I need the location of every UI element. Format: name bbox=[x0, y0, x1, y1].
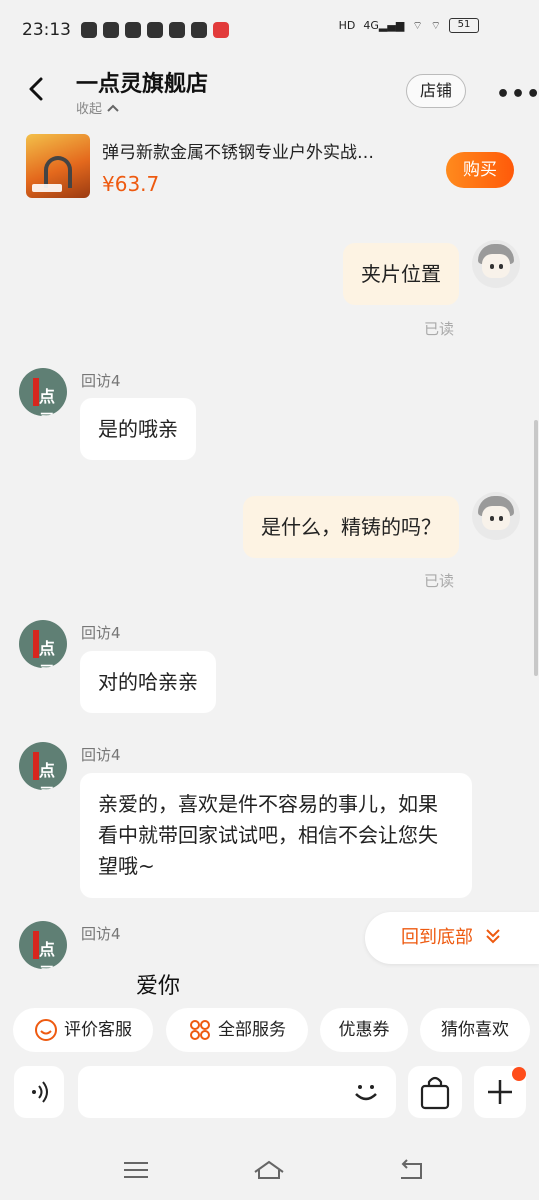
back-nav-icon[interactable] bbox=[395, 1156, 427, 1184]
shop-avatar[interactable]: 点灵 bbox=[19, 368, 67, 416]
message-bubble-shop[interactable]: 对的哈亲亲 bbox=[80, 651, 216, 713]
home-icon[interactable] bbox=[253, 1156, 285, 1184]
guess-you-like-chip[interactable]: 猜你喜欢 bbox=[420, 1008, 530, 1052]
user-avatar[interactable] bbox=[472, 240, 520, 288]
app-icon-2 bbox=[191, 22, 207, 38]
message-bubble-me[interactable]: 夹片位置 bbox=[343, 243, 459, 305]
battery-icon: 51 bbox=[449, 18, 479, 33]
user-avatar[interactable] bbox=[472, 492, 520, 540]
product-image[interactable] bbox=[26, 134, 90, 198]
product-card[interactable]: 弹弓新款金属不锈钢专业户外实战… ¥63.7 购买 bbox=[0, 126, 539, 206]
coupon-label: 优惠券 bbox=[338, 1020, 390, 1040]
scrollbar[interactable] bbox=[534, 420, 538, 676]
quick-actions-bar: 评价客服 全部服务 优惠券 猜你喜欢 bbox=[0, 1006, 539, 1056]
shop-name-title: 一点灵旗舰店 bbox=[76, 72, 209, 97]
sender-name: 回访4 bbox=[81, 925, 121, 943]
shopping-bag-icon bbox=[420, 1076, 450, 1110]
more-options-icon[interactable]: ••• bbox=[496, 82, 539, 107]
buy-button[interactable]: 购买 bbox=[446, 152, 514, 188]
cloud-icon bbox=[103, 22, 119, 38]
wechat-icon bbox=[125, 22, 141, 38]
all-services-label: 全部服务 bbox=[218, 1020, 286, 1040]
message-bubble-shop[interactable]: 是的哦亲 bbox=[80, 398, 196, 460]
voice-icon bbox=[32, 1081, 48, 1103]
guess-you-like-label: 猜你喜欢 bbox=[441, 1020, 509, 1040]
hd-icon: HD bbox=[338, 19, 356, 32]
message-bubble-me[interactable]: 是什么，精铸的吗？ bbox=[243, 496, 459, 558]
status-bar: 23:13 HD 4G▂▄▆ ⌔ ⌔ 51 bbox=[0, 0, 539, 60]
coupon-chip[interactable]: 优惠券 bbox=[320, 1008, 408, 1052]
back-arrow-icon[interactable] bbox=[24, 74, 50, 104]
voice-button[interactable] bbox=[14, 1066, 64, 1118]
app-notification-icon bbox=[81, 22, 97, 38]
grid-services-icon bbox=[190, 1020, 210, 1040]
sender-name: 回访4 bbox=[81, 372, 121, 390]
composer bbox=[0, 1066, 539, 1122]
rate-service-chip[interactable]: 评价客服 bbox=[13, 1008, 153, 1052]
collapse-toggle[interactable]: 收起 bbox=[76, 98, 120, 117]
message-icon bbox=[147, 22, 163, 38]
image-tag bbox=[32, 184, 62, 192]
rate-service-label: 评价客服 bbox=[64, 1020, 132, 1040]
product-price: ¥63.7 bbox=[102, 172, 160, 196]
sender-name: 回访4 bbox=[81, 624, 121, 642]
status-time: 23:13 bbox=[22, 20, 71, 40]
chat-header: 一点灵旗舰店 收起 店铺 ••• bbox=[0, 60, 539, 124]
chevron-up-icon bbox=[107, 104, 119, 112]
all-services-chip[interactable]: 全部服务 bbox=[166, 1008, 308, 1052]
system-icons: HD 4G▂▄▆ ⌔ ⌔ 51 bbox=[339, 18, 479, 33]
menu-icon[interactable] bbox=[120, 1156, 152, 1184]
double-chevron-down-icon bbox=[486, 929, 500, 944]
shopping-bag-button[interactable] bbox=[408, 1066, 462, 1118]
read-status: 已读 bbox=[424, 320, 455, 338]
shop-avatar[interactable]: 点灵 bbox=[19, 742, 67, 790]
back-to-bottom-button[interactable]: 回到底部 bbox=[365, 912, 539, 964]
shop-avatar[interactable]: 点灵 bbox=[19, 921, 67, 969]
wifi-icon-2: ⌔ bbox=[430, 18, 441, 32]
store-button[interactable]: 店铺 bbox=[406, 74, 466, 108]
app-icon bbox=[169, 22, 185, 38]
shop-avatar[interactable]: 点灵 bbox=[19, 620, 67, 668]
emoji-icon[interactable] bbox=[348, 1074, 384, 1110]
notification-dot bbox=[512, 1067, 526, 1081]
wifi-icon: ⌔ bbox=[412, 18, 423, 32]
read-status: 已读 bbox=[424, 572, 455, 590]
signal-icon: 4G▂▄▆ bbox=[363, 19, 405, 32]
app-icon-3 bbox=[213, 22, 229, 38]
product-title[interactable]: 弹弓新款金属不锈钢专业户外实战… bbox=[102, 138, 432, 163]
sticker-message[interactable]: 爱你 bbox=[136, 968, 180, 1000]
sender-name: 回访4 bbox=[81, 746, 121, 764]
system-nav-bar bbox=[0, 1140, 539, 1200]
notification-icons bbox=[81, 22, 229, 38]
smiley-icon bbox=[35, 1019, 57, 1041]
back-to-bottom-label: 回到底部 bbox=[401, 927, 473, 948]
message-bubble-shop[interactable]: 亲爱的，喜欢是件不容易的事儿，如果看中就带回家试试吧，相信不会让您失望哦~ bbox=[80, 773, 472, 898]
collapse-label: 收起 bbox=[76, 102, 103, 117]
